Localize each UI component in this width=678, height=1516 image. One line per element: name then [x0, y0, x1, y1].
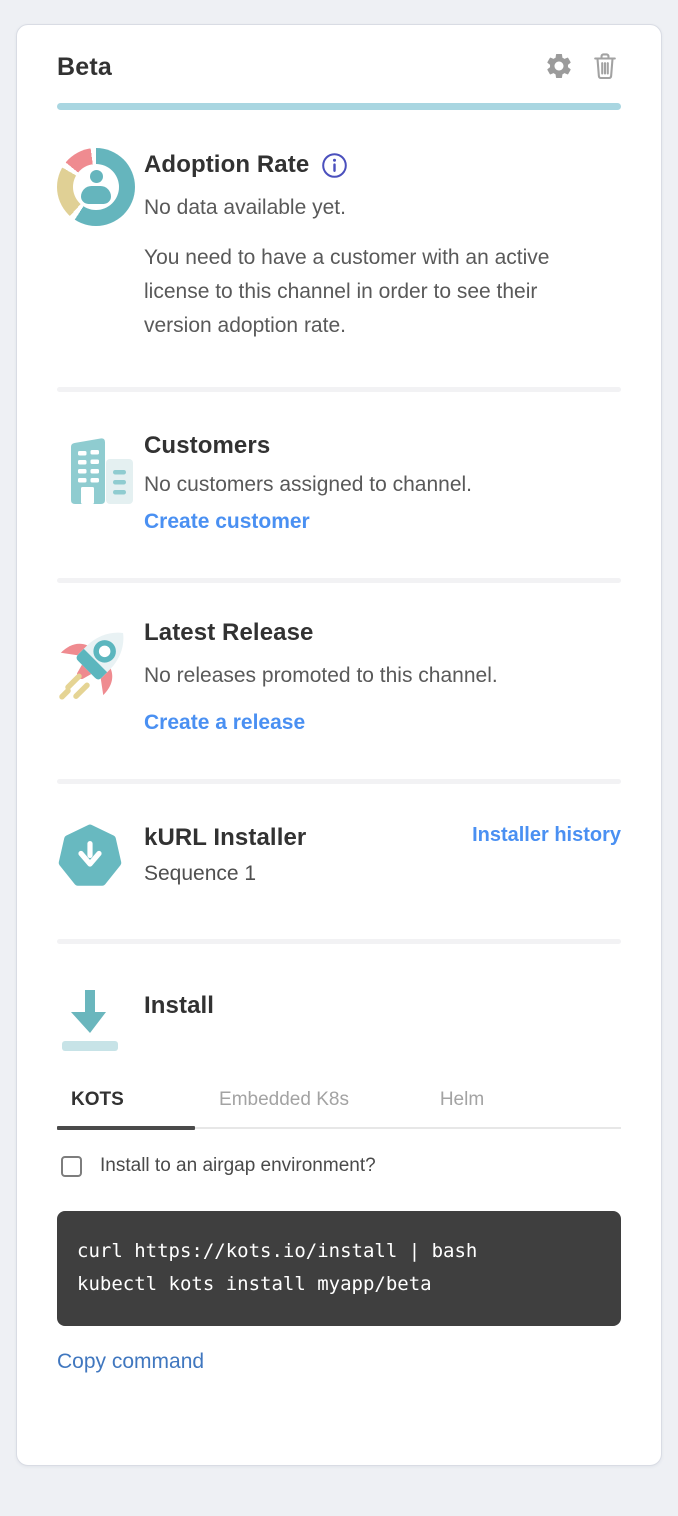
install-command-line: curl https://kots.io/install | bash [77, 1235, 601, 1268]
create-release-link[interactable]: Create a release [144, 711, 305, 735]
install-command-block: curl https://kots.io/install | bash kube… [57, 1211, 621, 1326]
latest-release-empty-text: No releases promoted to this channel. [144, 659, 621, 693]
info-icon[interactable] [321, 152, 348, 179]
latest-release-title: Latest Release [144, 619, 314, 647]
section-divider [57, 578, 621, 583]
kurl-installer-section: kURL Installer Installer history Sequenc… [57, 824, 621, 895]
customers-empty-text: No customers assigned to channel. [144, 468, 621, 502]
settings-button[interactable] [543, 51, 575, 83]
channel-card: Beta [16, 24, 662, 1466]
install-section: Install [57, 984, 621, 1059]
copy-command-link[interactable]: Copy command [57, 1350, 204, 1374]
customers-section: Customers No customers assigned to chann… [57, 432, 621, 534]
latest-release-icon-col [57, 619, 144, 735]
customers-icon-col [57, 432, 144, 534]
buildings-icon [57, 497, 137, 514]
install-tabs: KOTS Embedded K8s Helm [57, 1089, 621, 1129]
tab-embedded-k8s[interactable]: Embedded K8s [195, 1089, 373, 1127]
adoption-rate-section: Adoption Rate No data available yet. You… [57, 150, 621, 343]
tab-kots[interactable]: KOTS [57, 1089, 195, 1127]
adoption-empty-title: No data available yet. [144, 191, 621, 225]
adoption-donut-icon [57, 148, 135, 226]
install-command-line: kubectl kots install myapp/beta [77, 1268, 601, 1301]
airgap-label[interactable]: Install to an airgap environment? [100, 1155, 376, 1177]
kurl-installer-title: kURL Installer [144, 824, 306, 852]
trash-icon [591, 51, 619, 84]
airgap-row: Install to an airgap environment? [57, 1155, 621, 1177]
channel-accent-bar [57, 103, 621, 110]
install-title: Install [144, 992, 214, 1020]
adoption-empty-description: You need to have a customer with an acti… [144, 241, 568, 343]
customers-title: Customers [144, 432, 270, 460]
adoption-rate-icon-col [57, 150, 144, 343]
tab-helm[interactable]: Helm [373, 1089, 551, 1127]
channel-title: Beta [57, 53, 112, 82]
section-divider [57, 779, 621, 784]
airgap-checkbox[interactable] [61, 1156, 82, 1177]
gear-icon [544, 51, 574, 84]
section-divider [57, 939, 621, 944]
kurl-icon-col [57, 824, 144, 895]
kurl-heptagon-download-icon [57, 877, 123, 894]
section-divider [57, 387, 621, 392]
delete-channel-button[interactable] [589, 51, 621, 83]
header-actions [543, 51, 621, 83]
rocket-icon [57, 690, 141, 707]
create-customer-link[interactable]: Create customer [144, 510, 310, 534]
card-header: Beta [57, 51, 621, 83]
download-icon [57, 1041, 123, 1058]
adoption-rate-title: Adoption Rate [144, 151, 309, 179]
installer-history-link[interactable]: Installer history [472, 824, 621, 847]
kurl-sequence-label: Sequence 1 [144, 862, 621, 886]
latest-release-section: Latest Release No releases promoted to t… [57, 619, 621, 735]
install-icon-col [57, 984, 144, 1059]
